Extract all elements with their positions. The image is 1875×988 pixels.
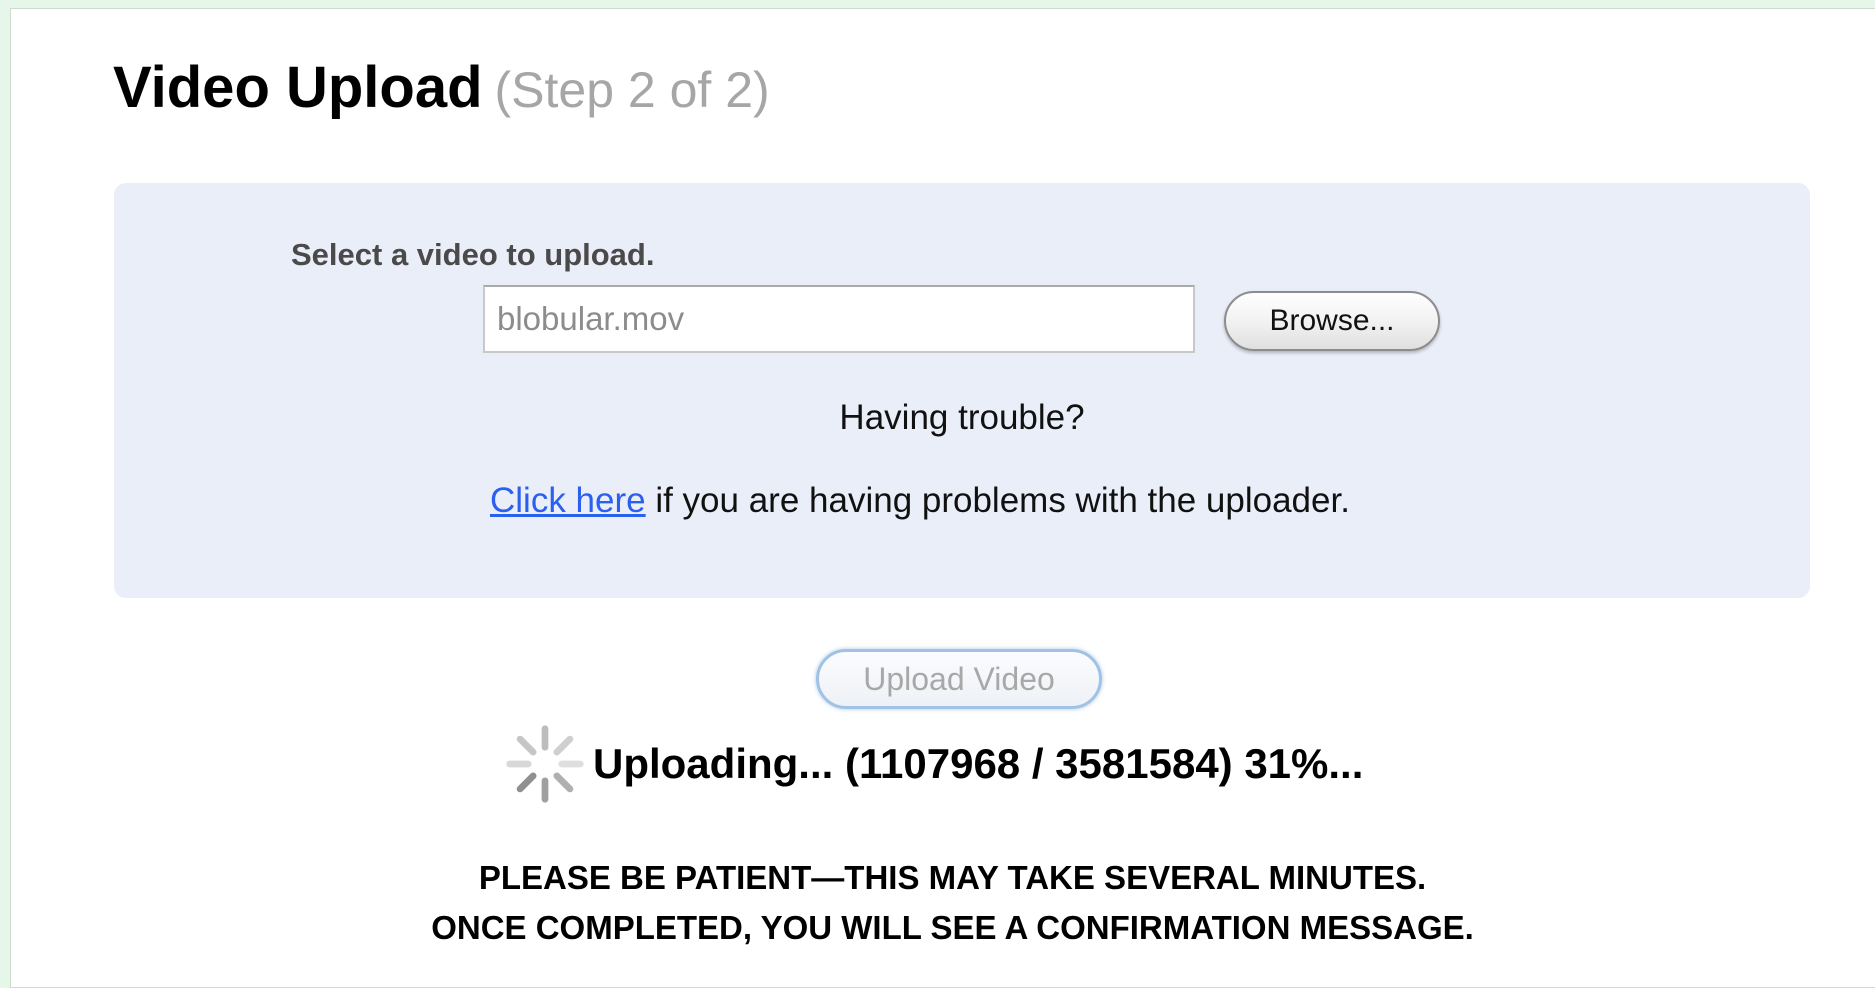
browse-button[interactable]: Browse...	[1224, 291, 1440, 351]
click-here-link[interactable]: Click here	[490, 481, 646, 520]
upload-video-button[interactable]: Upload Video	[816, 649, 1102, 709]
upload-status-text: Uploading... (1107968 / 3581584) 31%...	[593, 740, 1364, 787]
upload-panel: Select a video to upload. Browse... Havi…	[114, 183, 1810, 598]
page-title-text: Video Upload	[113, 55, 483, 120]
page-frame: Video Upload (Step 2 of 2) Select a video…	[10, 8, 1875, 988]
spinner-icon	[506, 725, 584, 803]
patience-notice: PLEASE BE PATIENT—THIS MAY TAKE SEVERAL …	[478, 859, 1427, 896]
step-indicator: (Step 2 of 2)	[494, 62, 770, 118]
page-title: Video Upload (Step 2 of 2)	[113, 59, 770, 117]
confirmation-notice: ONCE COMPLETED, YOU WILL SEE A CONFIRMAT…	[431, 909, 1474, 946]
uploader-help-line: Click here if you are having problems wi…	[490, 481, 1350, 521]
select-video-label: Select a video to upload.	[291, 237, 655, 272]
uploader-help-text: if you are having problems with the uplo…	[645, 481, 1350, 520]
file-path-field[interactable]	[483, 285, 1195, 353]
upload-progress: Uploading... (1107968 / 3581584) 31%...	[503, 721, 1363, 807]
having-trouble-text: Having trouble?	[839, 398, 1085, 437]
